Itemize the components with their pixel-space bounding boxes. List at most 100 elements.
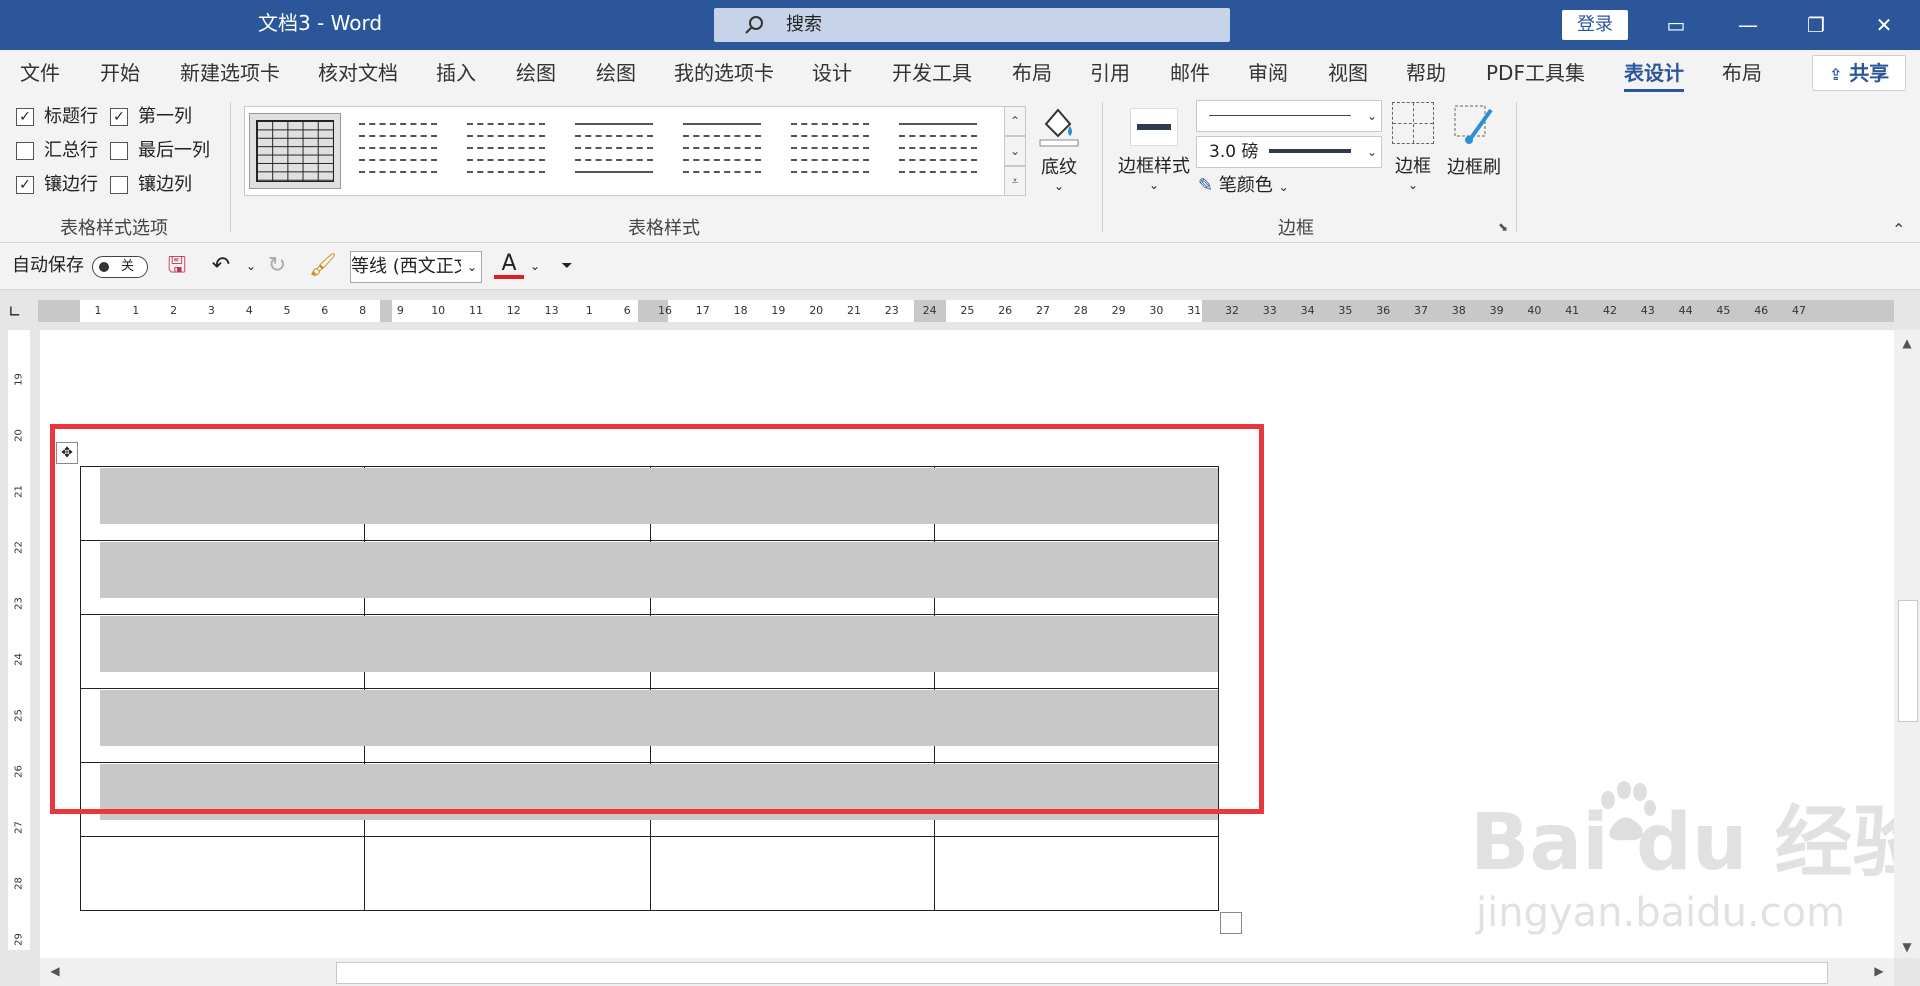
borders-label: 边框 [1395, 156, 1431, 177]
tab-check-document[interactable]: 核对文档 [318, 50, 398, 96]
scroll-left-icon[interactable]: ◀ [46, 964, 64, 978]
collapse-ribbon-icon[interactable]: ⌃ [1892, 220, 1905, 239]
tab-table-layout[interactable]: 布局 [1722, 50, 1762, 96]
border-painter-icon [1454, 105, 1493, 144]
paint-bucket-icon [1039, 108, 1079, 147]
scroll-up-icon[interactable]: ▲ [1898, 336, 1916, 350]
gallery-more-icon[interactable]: ⩡ [1004, 166, 1026, 196]
customize-toolbar-icon[interactable]: ⏷ [552, 251, 582, 281]
tab-pdf-tools[interactable]: PDF工具集 [1486, 50, 1585, 96]
border-styles-button[interactable]: 边框样式 ⌄ [1116, 102, 1192, 192]
save-icon[interactable]: 🖫 [162, 251, 192, 281]
ruler-number: 20 [809, 304, 824, 317]
search-box[interactable]: 搜索 [714, 8, 1230, 42]
tab-draw-1[interactable]: 绘图 [516, 50, 556, 96]
table-resize-handle[interactable] [1220, 912, 1242, 934]
ruler-number: 12 [506, 304, 521, 317]
tab-draw-2[interactable]: 绘图 [596, 50, 636, 96]
font-color-dropdown-icon[interactable]: ⌄ [520, 251, 550, 281]
tab-review[interactable]: 审阅 [1248, 50, 1288, 96]
table-cell[interactable] [80, 836, 365, 911]
checkbox-label: 汇总行 [44, 140, 98, 161]
group-separator [1102, 102, 1103, 232]
vertical-ruler-number: 26 [13, 765, 25, 778]
share-button[interactable]: ⇪ 共享 [1812, 55, 1906, 91]
border-style-icon [1130, 108, 1178, 146]
tab-home[interactable]: 开始 [100, 50, 140, 96]
ruler-number: 35 [1338, 304, 1353, 317]
ruler-number: 40 [1527, 304, 1542, 317]
dialog-launcher-icon[interactable]: ⬊ [1498, 220, 1508, 234]
font-name-value: 等线 (西文正文 [351, 256, 461, 277]
scroll-down-icon[interactable]: ▼ [1898, 940, 1916, 954]
vertical-scroll-thumb[interactable] [1898, 600, 1918, 722]
minimize-icon[interactable]: — [1720, 0, 1776, 50]
tab-new-tab[interactable]: 新建选项卡 [180, 50, 280, 96]
tab-file[interactable]: 文件 [20, 50, 60, 96]
scroll-right-icon[interactable]: ▶ [1870, 964, 1888, 978]
ruler-number: 18 [733, 304, 748, 317]
tab-mailings[interactable]: 邮件 [1170, 50, 1210, 96]
line-style-dropdown[interactable]: ⌄ [1196, 100, 1382, 132]
tab-my-tab[interactable]: 我的选项卡 [674, 50, 774, 96]
table-cell[interactable] [364, 836, 651, 911]
table-style-lines-4[interactable] [893, 113, 983, 187]
ribbon-display-options-icon[interactable]: ▭ [1648, 0, 1704, 50]
tab-developer[interactable]: 开发工具 [892, 50, 972, 96]
tab-help[interactable]: 帮助 [1406, 50, 1446, 96]
tab-layout[interactable]: 布局 [1012, 50, 1052, 96]
redo-icon[interactable]: ↻ [262, 251, 292, 281]
ruler-number: 43 [1640, 304, 1655, 317]
vertical-ruler-number: 23 [13, 597, 25, 610]
table-style-lines[interactable] [569, 113, 659, 187]
font-name-select[interactable]: 等线 (西文正文 ⌄ [350, 251, 482, 283]
tab-table-design[interactable]: 表设计 [1624, 50, 1684, 96]
tab-references[interactable]: 引用 [1090, 50, 1130, 96]
ruler-number: 21 [847, 304, 861, 317]
ruler-number: 17 [695, 304, 710, 317]
pen-color-button[interactable]: ✎ 笔颜色 ⌄ [1198, 172, 1289, 200]
table-style-plain-2[interactable] [461, 113, 551, 187]
checkbox-box [16, 142, 34, 160]
chevron-down-icon: ⌄ [1053, 179, 1065, 193]
autosave-toggle[interactable]: 关 [92, 256, 148, 278]
table-cell[interactable] [934, 836, 1219, 911]
login-button[interactable]: 登录 [1562, 10, 1628, 40]
tab-selector-icon[interactable]: ∟ [8, 302, 21, 321]
gallery-scroll-down-icon[interactable]: ⌄ [1004, 136, 1026, 166]
pen-icon: ✎ [1198, 175, 1214, 196]
format-painter-icon[interactable]: 🖌 [308, 251, 338, 281]
ruler-number: 1 [132, 304, 140, 317]
search-icon [745, 16, 763, 34]
table-cell[interactable] [650, 836, 935, 911]
tab-view[interactable]: 视图 [1328, 50, 1368, 96]
table-style-gallery[interactable] [244, 106, 1006, 196]
ruler-number: 39 [1489, 304, 1504, 317]
ruler-number: 5 [283, 304, 291, 317]
table-style-grid[interactable] [249, 113, 341, 189]
close-icon[interactable]: ✕ [1856, 0, 1912, 50]
line-weight-dropdown[interactable]: 3.0 磅 ⌄ [1196, 136, 1382, 168]
ruler-number: 1 [585, 304, 593, 317]
ruler-number: 10 [431, 304, 446, 317]
toggle-knob [99, 262, 109, 272]
table-style-plain[interactable] [353, 113, 443, 187]
gallery-scroll-up-icon[interactable]: ⌃ [1004, 106, 1026, 136]
undo-icon[interactable]: ↶ [206, 251, 236, 281]
ruler-number: 33 [1262, 304, 1277, 317]
chevron-down-icon: ⌄ [466, 260, 477, 274]
ruler-number: 30 [1149, 304, 1164, 317]
borders-button[interactable]: 边框 ⌄ [1388, 102, 1438, 192]
table-style-lines-3[interactable] [785, 113, 875, 187]
horizontal-scroll-thumb[interactable] [336, 962, 1828, 984]
tab-design[interactable]: 设计 [812, 50, 852, 96]
table-style-lines-2[interactable] [677, 113, 767, 187]
share-label: 共享 [1849, 61, 1890, 85]
ruler-number: 34 [1300, 304, 1315, 317]
border-painter-button[interactable]: 边框刷 [1446, 102, 1502, 179]
tab-insert[interactable]: 插入 [436, 50, 476, 96]
vertical-ruler-number: 21 [13, 485, 25, 498]
shading-button[interactable]: 底纹 ⌄ [1034, 102, 1084, 193]
ruler-number: 2 [170, 304, 178, 317]
restore-icon[interactable]: ❐ [1788, 0, 1844, 50]
